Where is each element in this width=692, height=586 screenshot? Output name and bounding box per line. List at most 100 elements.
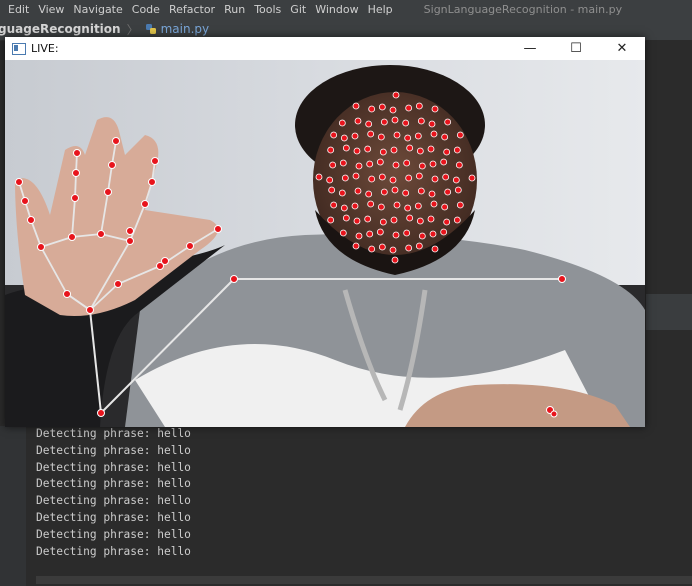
face-landmark-point	[392, 91, 400, 99]
maximize-button[interactable]: ☐	[553, 37, 599, 60]
face-landmark-point	[404, 134, 412, 142]
run-console[interactable]: Detecting phrase: hello Detecting phrase…	[0, 426, 692, 586]
menu-tools[interactable]: Tools	[254, 3, 288, 16]
face-landmark-point	[367, 130, 375, 138]
face-landmark-point	[380, 118, 388, 126]
face-landmark-point	[351, 132, 359, 140]
face-landmark-point	[368, 105, 376, 113]
face-landmark-point	[440, 228, 448, 236]
face-landmark-point	[380, 188, 388, 196]
face-landmark-point	[453, 146, 461, 154]
face-landmark-point	[330, 131, 338, 139]
live-video-window[interactable]: LIVE: — ☐ ✕	[5, 37, 645, 427]
face-landmark-point	[456, 131, 464, 139]
face-landmark-point	[414, 202, 422, 210]
face-landmark-point	[366, 160, 374, 168]
console-line: Detecting phrase: hello	[36, 443, 191, 457]
face-landmark-point	[367, 200, 375, 208]
face-landmark-point	[405, 174, 413, 182]
face-landmark-point	[427, 145, 435, 153]
face-landmark-point	[378, 103, 386, 111]
face-landmark-point	[454, 186, 462, 194]
face-landmark-point	[452, 176, 460, 184]
face-landmark-point	[406, 144, 414, 152]
face-landmark-point	[429, 160, 437, 168]
face-landmark-point	[377, 203, 385, 211]
face-landmark-point	[365, 120, 373, 128]
breadcrumb-file[interactable]: main.py	[145, 22, 210, 36]
face-landmark-point	[443, 148, 451, 156]
live-window-titlebar[interactable]: LIVE: — ☐ ✕	[5, 37, 645, 60]
menu-refactor[interactable]: Refactor	[169, 3, 222, 16]
menu-edit[interactable]: Edit	[8, 3, 36, 16]
face-landmark-point	[342, 144, 350, 152]
face-landmark-point	[468, 174, 476, 182]
ide-window-title: SignLanguageRecognition - main.py	[423, 2, 623, 16]
face-landmark-point	[391, 116, 399, 124]
face-landmark-point	[351, 202, 359, 210]
face-landmark-point	[377, 133, 385, 141]
face-landmark-point	[441, 133, 449, 141]
camera-frame	[5, 60, 645, 427]
face-landmark-point	[352, 172, 360, 180]
face-landmark-point	[443, 218, 451, 226]
menu-help[interactable]: Help	[368, 3, 400, 16]
close-button[interactable]: ✕	[599, 37, 645, 60]
face-landmark-point	[441, 203, 449, 211]
face-landmark-point	[364, 215, 372, 223]
face-landmark-point	[329, 161, 337, 169]
face-landmark-point	[389, 106, 397, 114]
face-landmark-point	[340, 204, 348, 212]
console-line: Detecting phrase: hello	[36, 477, 191, 491]
console-line: Detecting phrase: hello	[36, 510, 191, 524]
face-landmark-point	[342, 214, 350, 222]
face-landmark-point	[353, 217, 361, 225]
menu-navigate[interactable]: Navigate	[73, 3, 129, 16]
face-landmark-point	[338, 119, 346, 127]
face-landmark-point	[355, 162, 363, 170]
face-landmark-point	[389, 176, 397, 184]
face-landmark-point	[354, 117, 362, 125]
console-line: Detecting phrase: hello	[36, 460, 191, 474]
face-landmark-point	[429, 230, 437, 238]
face-landmark-point	[391, 186, 399, 194]
face-landmark-point	[389, 246, 397, 254]
breadcrumb-project[interactable]: guageRecognition	[0, 22, 121, 36]
menu-bar: Edit View Navigate Code Refactor Run Too…	[0, 0, 692, 18]
console-gutter	[0, 426, 26, 586]
face-landmark-point	[379, 148, 387, 156]
menu-view[interactable]: View	[38, 3, 71, 16]
face-landmark-point	[392, 161, 400, 169]
face-landmark-point	[393, 131, 401, 139]
face-landmark-point	[402, 119, 410, 127]
console-horizontal-scrollbar[interactable]	[36, 576, 692, 584]
face-landmark-point	[418, 162, 426, 170]
face-landmark-point	[417, 187, 425, 195]
console-output[interactable]: Detecting phrase: hello Detecting phrase…	[36, 426, 191, 560]
menu-code[interactable]: Code	[132, 3, 167, 16]
breadcrumb-file-label: main.py	[160, 22, 210, 36]
face-landmark-point	[431, 245, 439, 253]
menu-git[interactable]: Git	[290, 3, 313, 16]
face-landmark-point	[415, 172, 423, 180]
face-landmark-point	[417, 117, 425, 125]
python-file-icon	[145, 24, 156, 34]
face-landmark-point	[338, 189, 346, 197]
face-landmark-point	[444, 188, 452, 196]
breadcrumb-separator-icon: 〉	[126, 22, 139, 37]
face-landmark-point	[330, 201, 338, 209]
face-landmark-point	[430, 200, 438, 208]
console-line: Detecting phrase: hello	[36, 427, 191, 440]
camera-feed	[5, 60, 645, 427]
face-landmark-point	[327, 216, 335, 224]
face-landmark-point	[366, 230, 374, 238]
face-landmark-point	[341, 174, 349, 182]
face-landmark-point	[392, 231, 400, 239]
minimize-button[interactable]: —	[507, 37, 553, 60]
menu-run[interactable]: Run	[224, 3, 252, 16]
menu-window[interactable]: Window	[315, 3, 365, 16]
face-landmark-point	[403, 159, 411, 167]
face-landmark-point	[393, 201, 401, 209]
face-landmark-point	[355, 232, 363, 240]
face-landmark-point	[431, 175, 439, 183]
